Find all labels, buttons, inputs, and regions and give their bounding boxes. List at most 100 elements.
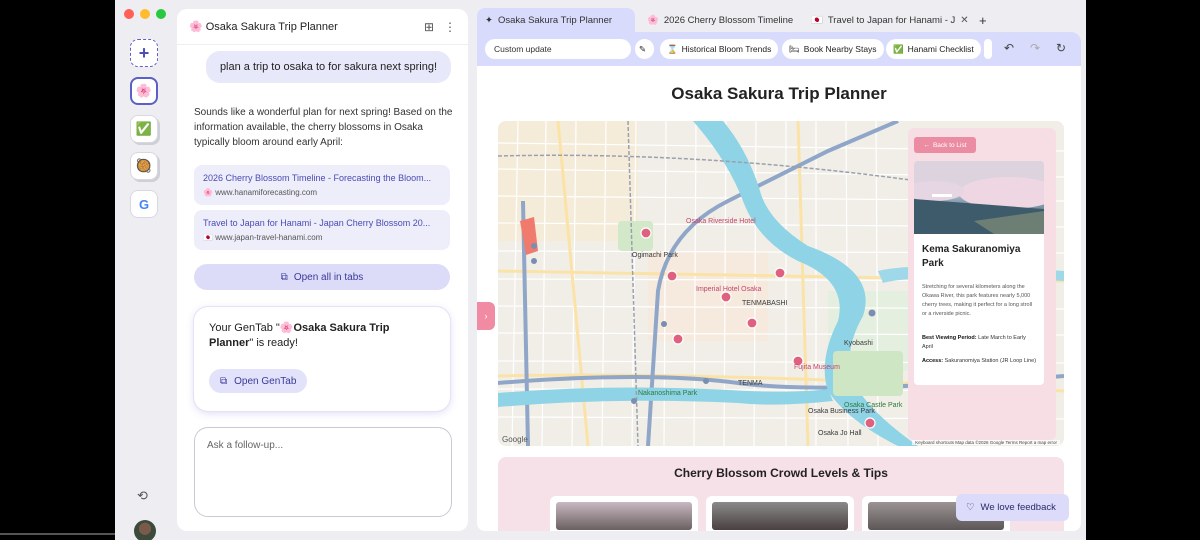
heart-icon: ♡ <box>966 502 975 513</box>
bed-icon: 🛏 <box>789 43 800 54</box>
open-all-label: Open all in tabs <box>293 271 364 283</box>
best-viewing-period: Best Viewing Period: Late March to Early… <box>922 335 1026 350</box>
minimize-window-button[interactable] <box>140 9 150 19</box>
followup-input[interactable]: Ask a follow-up... <box>194 427 452 517</box>
magic-wand-button[interactable]: ✎ <box>635 39 654 59</box>
checkbox-icon: ✅ <box>135 121 153 136</box>
undo-icon[interactable]: ↶ <box>1004 41 1014 55</box>
map-label: TENMABASHI <box>742 300 788 307</box>
food-group-button[interactable]: 🥘 <box>130 152 158 180</box>
source-card[interactable]: 2026 Cherry Blossom Timeline - Forecasti… <box>194 165 450 205</box>
place-card: Kema Sakuranomiya Park Stretching for se… <box>914 161 1044 385</box>
access-info: Access: Sakuranomiya Station (JR Loop Li… <box>922 358 1037 364</box>
chip-book-nearby-stays[interactable]: 🛏 Book Nearby Stays <box>782 39 884 59</box>
chevron-right-icon: › <box>484 311 488 321</box>
tab-label: 2026 Cherry Blossom Timeline <box>663 14 794 26</box>
place-photo <box>914 161 1044 234</box>
open-gentab-button[interactable]: ⧉ Open GenTab <box>209 369 308 393</box>
open-all-in-tabs-button[interactable]: ⧉ Open all in tabs <box>194 264 450 290</box>
map-label: TENMA <box>738 380 763 387</box>
gentab-ready-card: Your GenTab "🌸Osaka Sakura Trip Planner"… <box>194 307 450 411</box>
source-favicon-icon: 🇯🇵 <box>203 233 213 242</box>
open-in-new-icon: ⧉ <box>220 375 228 387</box>
desktop-edge <box>0 533 115 535</box>
magic-wand-icon: ✎ <box>639 43 647 54</box>
map-label: Imperial Hotel Osaka <box>696 286 761 293</box>
plus-icon: + <box>979 12 987 28</box>
new-tab-group-button[interactable]: + <box>130 39 158 67</box>
cherry-blossom-icon: 🌸 <box>647 14 659 26</box>
plus-icon: + <box>138 42 150 63</box>
tab-bloom-timeline[interactable]: 🌸 2026 Cherry Blossom Timeline ✕ <box>639 8 799 32</box>
custom-update-input[interactable]: Custom update <box>485 39 631 59</box>
source-url: www.japan-travel-hanami.com <box>215 233 323 242</box>
gentab-content: Osaka Sakura Trip Planner Osaka Riversid… <box>477 66 1081 531</box>
checklist-group-button[interactable]: ✅ <box>130 115 158 143</box>
maximize-window-button[interactable] <box>156 9 166 19</box>
sakura-group-button[interactable]: 🌸 <box>130 77 158 105</box>
back-label: Back to List <box>932 141 967 149</box>
google-group-button[interactable]: G <box>130 190 158 218</box>
tab-osaka-planner[interactable]: ✦ Osaka Sakura Trip Planner <box>477 8 635 32</box>
chip-historical-bloom-trends[interactable]: ⌛ Historical Bloom Trends <box>660 39 779 59</box>
crowd-section-title: Cherry Blossom Crowd Levels & Tips <box>674 466 888 480</box>
feedback-button[interactable]: ♡ We love feedback <box>956 494 1069 521</box>
crowd-card[interactable] <box>706 496 854 531</box>
arrow-left-icon: ← <box>923 141 930 149</box>
crowd-photo <box>712 502 848 530</box>
google-icon: G <box>138 196 150 212</box>
user-message: plan a trip to osaka to for sakura next … <box>205 51 451 83</box>
gentab-browser: ✦ Osaka Sakura Trip Planner 🌸 2026 Cherr… <box>477 6 1081 531</box>
add-to-tab-icon[interactable]: ⊞ <box>424 20 434 34</box>
close-tab-icon[interactable]: ✕ <box>960 15 968 26</box>
crowd-card[interactable] <box>550 496 698 531</box>
source-card[interactable]: Travel to Japan for Hanami - Japan Cherr… <box>194 210 450 250</box>
left-rail: + 🌸 ✅ 🥘 G ⟲ <box>115 30 173 540</box>
source-title: Travel to Japan for Hanami - Japan Cherr… <box>203 218 431 228</box>
tab-label: Osaka Sakura Trip Planner <box>497 14 613 26</box>
chat-header: 🌸 Osaka Sakura Trip Planner ⊞ ⋮ <box>177 9 468 45</box>
japan-flag-icon: 🇯🇵 <box>811 14 823 26</box>
map-attribution[interactable]: Keyboard shortcuts Map data ©2026 Google… <box>912 440 1060 445</box>
gentab-ready-text: Your GenTab "🌸Osaka Sakura Trip Planner"… <box>209 322 390 349</box>
expand-panel-button[interactable]: › <box>477 302 495 330</box>
checkbox-icon: ✅ <box>893 43 904 54</box>
source-title: 2026 Cherry Blossom Timeline - Forecasti… <box>203 173 432 183</box>
chat-title: 🌸 Osaka Sakura Trip Planner <box>189 21 338 33</box>
page-title: Osaka Sakura Trip Planner <box>671 84 887 103</box>
google-logo: Google <box>502 435 528 444</box>
sparkle-icon: ✦ <box>485 14 493 26</box>
new-tab-button[interactable]: + <box>971 8 993 32</box>
place-description: Stretching for several kilometers along … <box>922 284 1033 317</box>
assistant-answer: Sounds like a wonderful plan for next sp… <box>194 107 453 148</box>
chip-overflow[interactable] <box>984 39 992 59</box>
bowl-icon: 🥘 <box>135 158 153 173</box>
crowd-photo <box>556 502 692 530</box>
browser-window: + 🌸 ✅ 🥘 G ⟲ 🌸 Osaka Sakura Trip Planner … <box>115 0 1086 540</box>
gentab-toolbar: Custom update ✎ ⌛ Historical Bloom Trends… <box>477 32 1081 66</box>
map-label: Ogimachi Park <box>632 252 678 259</box>
history-icon[interactable]: ⟲ <box>137 488 148 504</box>
tab-travel-hanami[interactable]: 🇯🇵 Travel to Japan for Hanami - J ✕ <box>803 8 968 32</box>
map-label: Osaka Riverside Hotel <box>686 218 756 225</box>
back-to-list-button[interactable]: ← Back to List <box>914 137 976 153</box>
tab-label: Travel to Japan for Hanami - J <box>827 14 956 26</box>
window-controls <box>124 9 166 19</box>
chip-hanami-checklist[interactable]: ✅ Hanami Checklist <box>886 39 981 59</box>
source-url: www.hanamiforecasting.com <box>215 188 318 197</box>
close-tab-icon[interactable]: ✕ <box>798 15 799 26</box>
place-name: Kema Sakuranomiya Park <box>922 244 1021 269</box>
map-label: Osaka Jo Hall <box>818 430 862 437</box>
close-window-button[interactable] <box>124 9 134 19</box>
avatar[interactable] <box>134 520 156 540</box>
map-label: Kyobashi <box>844 340 873 347</box>
source-favicon-icon: 🌸 <box>203 188 213 197</box>
map[interactable]: Osaka Riverside Hotel Ogimachi Park Impe… <box>498 121 1064 446</box>
tab-strip: ✦ Osaka Sakura Trip Planner 🌸 2026 Cherr… <box>477 6 1081 32</box>
refresh-icon[interactable]: ↻ <box>1056 41 1066 55</box>
chat-panel: 🌸 Osaka Sakura Trip Planner ⊞ ⋮ plan a t… <box>177 9 468 531</box>
map-label: Osaka Business Park <box>808 408 875 415</box>
redo-icon[interactable]: ↷ <box>1030 41 1040 55</box>
open-in-new-icon: ⧉ <box>280 271 288 283</box>
more-vert-icon[interactable]: ⋮ <box>444 20 456 34</box>
